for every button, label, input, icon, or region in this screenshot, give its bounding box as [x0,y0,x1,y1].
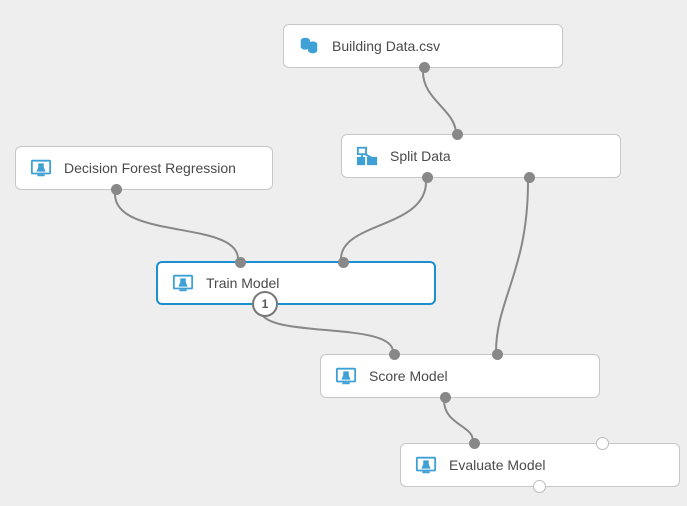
node-label: Decision Forest Regression [64,160,236,176]
node-badge: 1 [252,291,278,317]
input-port-1[interactable] [235,257,246,268]
input-port-2[interactable] [338,257,349,268]
node-score-model[interactable]: Score Model [320,354,600,398]
node-label: Evaluate Model [449,457,546,473]
edge-score-to-evaluate [444,400,473,441]
edge-layer [0,0,687,506]
experiment-icon [415,454,437,476]
node-split-data[interactable]: Split Data [341,134,621,178]
split-icon [356,145,378,167]
experiment-icon [30,157,52,179]
output-port[interactable] [111,184,122,195]
output-port-2[interactable] [524,172,535,183]
output-port-unconnected[interactable] [533,480,546,493]
edge-building-to-split [423,72,456,134]
node-decision-forest[interactable]: Decision Forest Regression [15,146,273,190]
edge-forest-to-train [115,194,238,259]
edge-split-to-train [341,182,426,259]
input-port-1[interactable] [469,438,480,449]
node-label: Score Model [369,368,448,384]
node-evaluate-model[interactable]: Evaluate Model [400,443,680,487]
input-port[interactable] [452,129,463,140]
experiment-icon [335,365,357,387]
node-train-model[interactable]: Train Model 1 [156,261,436,305]
experiment-icon [172,272,194,294]
edge-split-to-score [496,182,528,352]
node-building-data[interactable]: Building Data.csv [283,24,563,68]
node-label: Split Data [390,148,451,164]
output-port-1[interactable] [422,172,433,183]
input-port-2[interactable] [492,349,503,360]
edge-train-to-score [260,309,393,352]
pipeline-canvas[interactable]: Building Data.csv Split Data Decision Fo… [0,0,687,506]
node-label: Building Data.csv [332,38,440,54]
input-port-1[interactable] [389,349,400,360]
output-port[interactable] [440,392,451,403]
database-icon [298,35,320,57]
input-port-2-unconnected[interactable] [596,437,609,450]
output-port[interactable] [419,62,430,73]
node-label: Train Model [206,275,279,291]
